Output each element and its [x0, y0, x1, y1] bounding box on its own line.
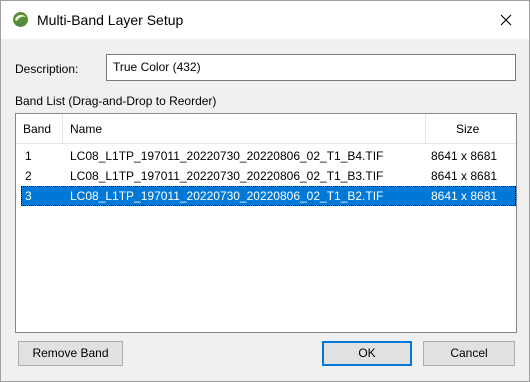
band-number: 1: [25, 149, 32, 163]
band-file-name: LC08_L1TP_197011_20220730_20220806_02_T1…: [70, 149, 384, 163]
band-number: 3: [25, 189, 32, 203]
band-row[interactable]: 1 LC08_L1TP_197011_20220730_20220806_02_…: [21, 146, 516, 166]
remove-band-button[interactable]: Remove Band: [18, 341, 123, 366]
band-row-selected[interactable]: 3 LC08_L1TP_197011_20220730_20220806_02_…: [21, 186, 516, 206]
description-label: Description:: [15, 62, 79, 76]
column-header-band[interactable]: Band: [16, 114, 62, 144]
band-number: 2: [25, 169, 32, 183]
close-button[interactable]: [483, 1, 529, 39]
dialog-window: Multi-Band Layer Setup Description: True…: [0, 0, 530, 382]
band-list-header: Band Name Size: [16, 114, 516, 144]
column-header-name[interactable]: Name: [63, 114, 423, 144]
band-file-name: LC08_L1TP_197011_20220730_20220806_02_T1…: [70, 189, 384, 203]
title-bar[interactable]: Multi-Band Layer Setup: [1, 1, 529, 39]
column-header-size[interactable]: Size: [426, 114, 516, 144]
cancel-button[interactable]: Cancel: [423, 341, 515, 366]
band-list-label: Band List (Drag-and-Drop to Reorder): [15, 94, 217, 108]
band-size: 8641 x 8681: [431, 169, 498, 183]
description-input[interactable]: True Color (432): [106, 54, 516, 81]
window-title: Multi-Band Layer Setup: [37, 12, 184, 28]
band-size: 8641 x 8681: [431, 149, 498, 163]
band-size: 8641 x 8681: [431, 189, 498, 203]
close-icon: [500, 14, 512, 26]
band-list[interactable]: Band Name Size 1 LC08_L1TP_197011_202207…: [15, 113, 517, 333]
ok-button[interactable]: OK: [322, 341, 412, 366]
band-file-name: LC08_L1TP_197011_20220730_20220806_02_T1…: [70, 169, 384, 183]
band-row[interactable]: 2 LC08_L1TP_197011_20220730_20220806_02_…: [21, 166, 516, 186]
app-globe-icon: [12, 11, 29, 28]
